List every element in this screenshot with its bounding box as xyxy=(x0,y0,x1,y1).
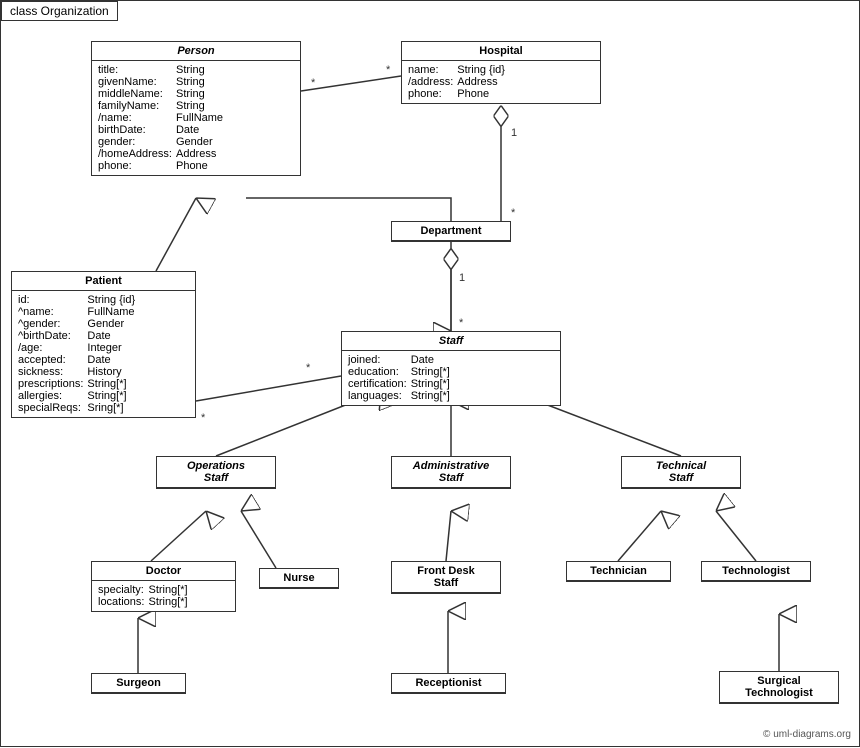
class-person-header: Person xyxy=(92,42,300,61)
class-front-desk-staff-header: Front DeskStaff xyxy=(392,562,500,593)
class-operations-staff-header: OperationsStaff xyxy=(157,457,275,488)
class-administrative-staff-header: AdministrativeStaff xyxy=(392,457,510,488)
class-technologist-header: Technologist xyxy=(702,562,810,581)
class-surgeon: Surgeon xyxy=(91,673,186,694)
class-front-desk-staff: Front DeskStaff xyxy=(391,561,501,594)
class-nurse: Nurse xyxy=(259,568,339,589)
class-doctor-header: Doctor xyxy=(92,562,235,581)
svg-text:*: * xyxy=(386,64,391,76)
class-surgical-technologist-header: SurgicalTechnologist xyxy=(720,672,838,703)
class-person-body: title:String givenName:String middleName… xyxy=(92,61,300,175)
class-doctor: Doctor specialty:String[*] locations:Str… xyxy=(91,561,236,612)
class-department-header: Department xyxy=(392,222,510,241)
diagram-container: class Organization xyxy=(0,0,860,747)
class-staff-header: Staff xyxy=(342,332,560,351)
class-receptionist-header: Receptionist xyxy=(392,674,505,693)
svg-text:*: * xyxy=(459,317,464,329)
class-operations-staff: OperationsStaff xyxy=(156,456,276,489)
class-technical-staff: TechnicalStaff xyxy=(621,456,741,489)
class-technician-header: Technician xyxy=(567,562,670,581)
class-hospital-header: Hospital xyxy=(402,42,600,61)
svg-text:*: * xyxy=(511,207,516,219)
class-patient: Patient id:String {id} ^name:FullName ^g… xyxy=(11,271,196,418)
svg-text:1: 1 xyxy=(459,272,465,284)
diagram-title: class Organization xyxy=(1,1,118,21)
class-hospital-body: name:String {id} /address:Address phone:… xyxy=(402,61,600,103)
class-department: Department xyxy=(391,221,511,242)
class-doctor-body: specialty:String[*] locations:String[*] xyxy=(92,581,235,611)
class-receptionist: Receptionist xyxy=(391,673,506,694)
svg-text:*: * xyxy=(306,362,311,374)
class-surgical-technologist: SurgicalTechnologist xyxy=(719,671,839,704)
svg-text:*: * xyxy=(201,412,206,424)
class-nurse-header: Nurse xyxy=(260,569,338,588)
class-patient-body: id:String {id} ^name:FullName ^gender:Ge… xyxy=(12,291,195,417)
svg-text:*: * xyxy=(311,77,316,89)
copyright: © uml-diagrams.org xyxy=(763,729,851,740)
svg-text:1: 1 xyxy=(511,127,517,139)
class-technician: Technician xyxy=(566,561,671,582)
class-staff-body: joined:Date education:String[*] certific… xyxy=(342,351,560,405)
class-surgeon-header: Surgeon xyxy=(92,674,185,693)
class-administrative-staff: AdministrativeStaff xyxy=(391,456,511,489)
class-technologist: Technologist xyxy=(701,561,811,582)
class-person: Person title:String givenName:String mid… xyxy=(91,41,301,176)
class-technical-staff-header: TechnicalStaff xyxy=(622,457,740,488)
class-patient-header: Patient xyxy=(12,272,195,291)
class-staff: Staff joined:Date education:String[*] ce… xyxy=(341,331,561,406)
class-hospital: Hospital name:String {id} /address:Addre… xyxy=(401,41,601,104)
